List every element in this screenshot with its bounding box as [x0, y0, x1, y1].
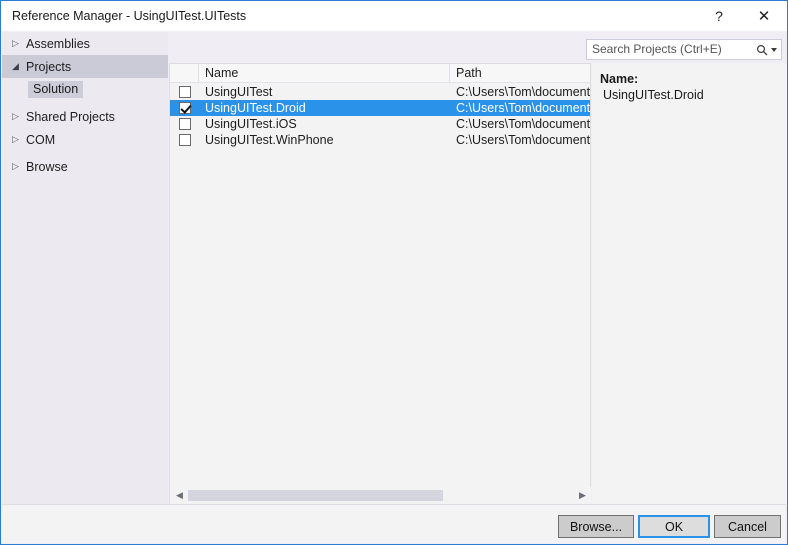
- dialog-footer: Browse... OK Cancel: [2, 504, 786, 543]
- row-name: UsingUITest: [205, 85, 273, 99]
- row-name: UsingUITest.iOS: [205, 117, 297, 131]
- sidebar-item-com[interactable]: ▷ COM: [2, 128, 168, 151]
- chevron-right-icon: ▷: [12, 38, 19, 48]
- window-title: Reference Manager - UsingUITest.UITests: [12, 9, 247, 23]
- row-checkbox-cell[interactable]: [170, 102, 199, 114]
- row-name: UsingUITest.Droid: [205, 101, 306, 115]
- project-list-panel: Name Path UsingUITest C:\Users\Tom\docum…: [169, 63, 591, 506]
- table-row[interactable]: UsingUITest C:\Users\Tom\document: [170, 84, 590, 100]
- table-row[interactable]: UsingUITest.iOS C:\Users\Tom\document: [170, 116, 590, 132]
- sidebar-item-assemblies[interactable]: ▷ Assemblies: [2, 32, 168, 55]
- cancel-button[interactable]: Cancel: [714, 515, 781, 538]
- checkbox-icon[interactable]: [178, 86, 191, 98]
- sidebar-item-label: Assemblies: [26, 36, 90, 51]
- row-name: UsingUITest.WinPhone: [205, 133, 334, 147]
- row-checkbox-cell[interactable]: [170, 118, 199, 130]
- detail-name-value: UsingUITest.Droid: [603, 88, 704, 102]
- sidebar-subitem-label: Solution: [28, 81, 84, 98]
- checkbox-checked-icon[interactable]: [178, 102, 191, 114]
- close-button[interactable]: ✕: [742, 1, 786, 31]
- row-path: C:\Users\Tom\document: [456, 133, 590, 147]
- search-box[interactable]: [586, 39, 782, 60]
- chevron-right-icon: ▷: [12, 134, 19, 144]
- column-header-path[interactable]: Path: [450, 64, 590, 82]
- table-row[interactable]: UsingUITest.Droid C:\Users\Tom\document: [170, 100, 590, 116]
- ok-button[interactable]: OK: [638, 515, 710, 538]
- search-icon[interactable]: [751, 40, 781, 59]
- browse-button[interactable]: Browse...: [558, 515, 634, 538]
- chevron-right-icon: ▷: [12, 161, 19, 171]
- scroll-right-icon[interactable]: ▶: [574, 487, 591, 504]
- row-path: C:\Users\Tom\document: [456, 117, 590, 131]
- title-bar: Reference Manager - UsingUITest.UITests …: [1, 1, 787, 31]
- question-mark-icon: ?: [715, 8, 723, 24]
- sidebar-item-projects[interactable]: ◢ Projects: [2, 55, 168, 78]
- scrollbar-track[interactable]: [188, 487, 574, 504]
- sidebar-item-label: COM: [26, 132, 56, 147]
- sidebar: ▷ Assemblies ◢ Projects Solution ▷ Share…: [2, 32, 168, 506]
- sidebar-item-label: Shared Projects: [26, 109, 115, 124]
- row-checkbox-cell[interactable]: [170, 86, 199, 98]
- sidebar-item-solution[interactable]: Solution: [2, 78, 168, 101]
- row-path: C:\Users\Tom\document: [456, 85, 590, 99]
- row-path: C:\Users\Tom\document: [456, 101, 590, 115]
- sidebar-item-browse[interactable]: ▷ Browse: [2, 155, 168, 178]
- reference-manager-dialog: Reference Manager - UsingUITest.UITests …: [0, 0, 788, 545]
- checkbox-icon[interactable]: [178, 134, 191, 146]
- list-header-row: Name Path: [170, 64, 590, 83]
- list-rows: UsingUITest C:\Users\Tom\document UsingU…: [170, 83, 590, 148]
- close-icon: ✕: [757, 8, 771, 25]
- detail-name-label: Name:: [600, 72, 639, 86]
- sidebar-item-label: Projects: [26, 59, 72, 74]
- horizontal-scrollbar[interactable]: ◀ ▶: [171, 487, 591, 504]
- detail-panel: Name: UsingUITest.Droid: [592, 63, 787, 506]
- sidebar-item-shared-projects[interactable]: ▷ Shared Projects: [2, 105, 168, 128]
- scroll-left-icon[interactable]: ◀: [171, 487, 188, 504]
- column-header-checkbox[interactable]: [170, 64, 199, 82]
- chevron-down-icon: ◢: [12, 61, 19, 71]
- scrollbar-thumb[interactable]: [188, 490, 443, 501]
- sidebar-item-label: Browse: [26, 159, 68, 174]
- chevron-right-icon: ▷: [12, 111, 19, 121]
- table-row[interactable]: UsingUITest.WinPhone C:\Users\Tom\docume…: [170, 132, 590, 148]
- help-button[interactable]: ?: [697, 1, 741, 31]
- search-input[interactable]: [587, 41, 751, 58]
- checkbox-icon[interactable]: [178, 118, 191, 130]
- row-checkbox-cell[interactable]: [170, 134, 199, 146]
- column-header-name[interactable]: Name: [199, 64, 450, 82]
- chevron-down-icon[interactable]: [770, 47, 777, 52]
